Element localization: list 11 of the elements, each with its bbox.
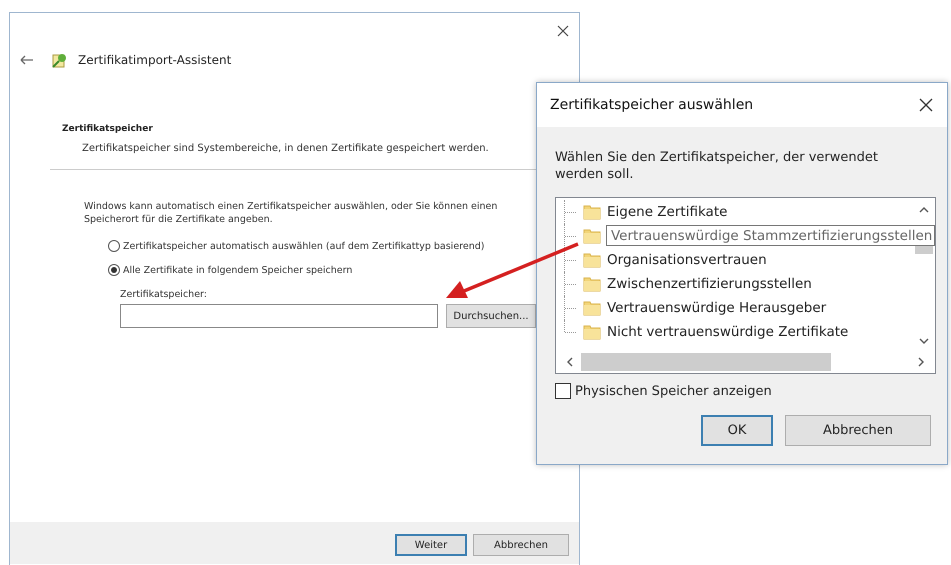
checkbox-label: Physischen Speicher anzeigen xyxy=(575,384,772,398)
window-title: Zertifikatimport-Assistent xyxy=(78,53,232,67)
radio-label: Alle Zertifikate in folgendem Speicher speichern xyxy=(123,264,352,276)
prompt-text: Wählen Sie den Zertifikatspeicher, der verwendet werden soll. xyxy=(555,149,879,183)
section-heading: Zertifikatspeicher xyxy=(62,124,154,134)
tooltip: Vertrauenswürdige Stammzertifizierungsstellen xyxy=(606,225,936,246)
radio-label: Zertifikatspeicher automatisch auswählen (auf dem Zertifikattyp basierend) xyxy=(123,240,484,252)
section-description: Zertifikatspeicher sind Systembereiche, in denen Zertifikate gespeichert werden. xyxy=(81,142,490,154)
dialog-title: Zertifikatspeicher auswählen xyxy=(550,97,754,113)
intro-text: Windows kann automatisch einen Zertifikatspeicher auswählen, oder Sie können einen Speicherort für die Zertifikate angeben. xyxy=(84,200,498,226)
field-label: Zertifikatspeicher: xyxy=(120,289,208,300)
